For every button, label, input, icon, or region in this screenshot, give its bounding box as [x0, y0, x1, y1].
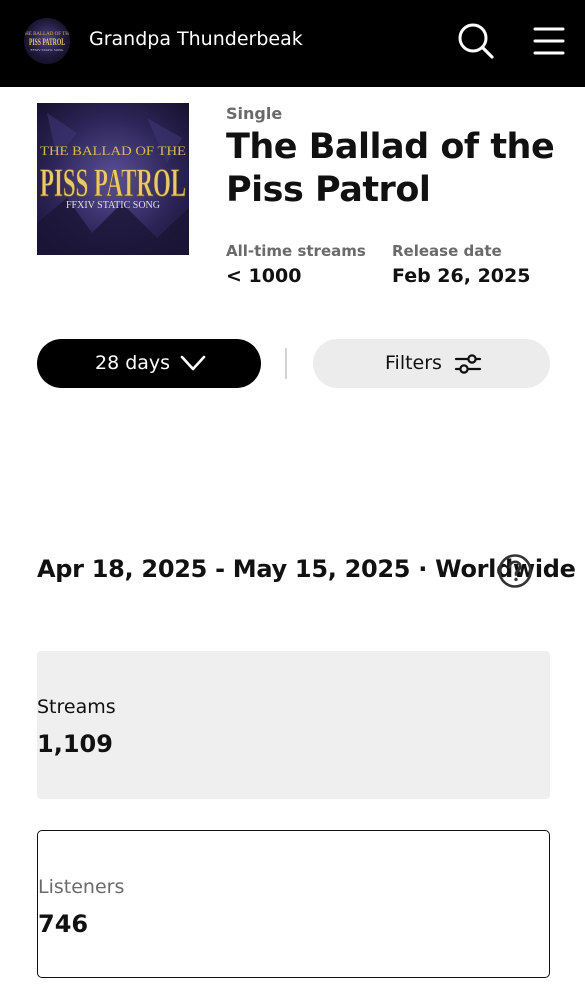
- listeners-card[interactable]: Listeners 746: [37, 830, 550, 978]
- cover-text-line3: FFXIV STATIC SONG: [66, 200, 160, 211]
- hamburger-menu-icon: [533, 27, 565, 55]
- period-label: 28 days: [95, 352, 171, 374]
- cover-art: THE BALLAD OF THE PISS PATROL FFXIV STAT…: [37, 103, 189, 255]
- period-dropdown-button[interactable]: 28 days: [37, 339, 261, 388]
- search-icon: [458, 23, 494, 59]
- listeners-label: Listeners: [38, 876, 125, 898]
- cover-art-image: THE BALLAD OF THE PISS PATROL FFXIV STAT…: [37, 103, 189, 255]
- release-date-label: Release date: [392, 242, 502, 260]
- search-button[interactable]: [456, 21, 496, 61]
- listeners-value: 746: [38, 910, 89, 938]
- streams-card[interactable]: Streams 1,109: [37, 651, 550, 799]
- help-button[interactable]: [497, 553, 533, 589]
- question-mark-icon: [498, 554, 532, 588]
- all-time-streams-value: < 1000: [226, 265, 302, 287]
- date-range-title: Apr 18, 2025 - May 15, 2025 · Worldwide: [37, 555, 576, 583]
- all-time-streams-label: All-time streams: [226, 242, 366, 260]
- avatar-text-line2: PISS PATROL: [29, 37, 65, 47]
- song-type: Single: [226, 104, 283, 123]
- filters-label: Filters: [385, 352, 442, 374]
- sliders-icon: [454, 354, 482, 374]
- artist-avatar[interactable]: THE BALLAD OF THE PISS PATROL FFXIV STAT…: [24, 18, 70, 64]
- song-title: The Ballad of the Piss Patrol: [226, 127, 555, 210]
- avatar-text-line3: FFXIV STATIC SONG: [31, 48, 64, 52]
- chevron-down-icon: [180, 355, 206, 371]
- menu-button[interactable]: [531, 24, 567, 58]
- cover-text-line2: PISS PATROL: [40, 160, 186, 205]
- top-bar: THE BALLAD OF THE PISS PATROL FFXIV STAT…: [0, 0, 585, 87]
- filters-button[interactable]: Filters: [313, 339, 550, 388]
- artist-name[interactable]: Grandpa Thunderbeak: [89, 28, 303, 50]
- controls-divider: [285, 348, 287, 379]
- avatar-image: THE BALLAD OF THE PISS PATROL FFXIV STAT…: [24, 32, 70, 52]
- release-date-value: Feb 26, 2025: [392, 265, 531, 287]
- streams-value: 1,109: [37, 730, 113, 758]
- streams-label: Streams: [37, 696, 116, 718]
- cover-text-line1: THE BALLAD OF THE: [40, 143, 186, 158]
